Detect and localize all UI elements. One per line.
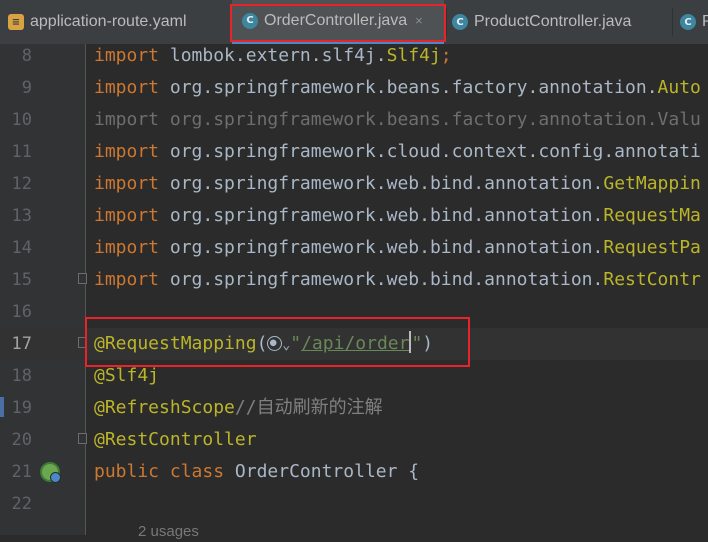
tab-label: application-route.yaml: [30, 13, 187, 30]
tab-product-controller[interactable]: C ProductController.java: [452, 0, 674, 44]
line-number: 14: [11, 238, 32, 258]
line-number: 17: [11, 334, 32, 354]
yaml-file-icon: ≡: [8, 14, 24, 30]
tab-separator: [672, 8, 673, 36]
code-line: 9 import org.springframework.beans.facto…: [0, 72, 708, 104]
tab-overflow[interactable]: C P: [680, 0, 708, 44]
line-number: 18: [11, 366, 32, 386]
code-text[interactable]: public class OrderController {: [94, 456, 419, 488]
tab-separator: [446, 8, 447, 36]
code-text[interactable]: @RestController: [94, 424, 257, 456]
code-text[interactable]: import org.springframework.web.bind.anno…: [94, 168, 701, 200]
code-line: 11 import org.springframework.cloud.cont…: [0, 136, 708, 168]
line-number: 13: [11, 206, 32, 226]
code-text[interactable]: import org.springframework.beans.factory…: [94, 104, 701, 136]
tab-order-controller[interactable]: C OrderController.java ×: [232, 0, 444, 44]
line-number: 16: [11, 302, 32, 322]
code-line: 14 import org.springframework.web.bind.a…: [0, 232, 708, 264]
code-line: 15 import org.springframework.web.bind.a…: [0, 264, 708, 296]
code-line: 20 @RestController: [0, 424, 708, 456]
code-text[interactable]: import org.springframework.beans.factory…: [94, 72, 701, 104]
line-number: 19: [11, 398, 32, 418]
spring-bean-icon[interactable]: [40, 462, 61, 483]
line-number: 12: [11, 174, 32, 194]
code-text[interactable]: import org.springframework.web.bind.anno…: [94, 232, 701, 264]
code-line: 18 @Slf4j: [0, 360, 708, 392]
java-class-icon: C: [452, 14, 468, 30]
code-line: 16: [0, 296, 708, 328]
line-number: 8: [21, 46, 32, 66]
java-class-icon: C: [242, 12, 258, 29]
editor-tab-bar: ≡ application-route.yaml C OrderControll…: [0, 0, 708, 45]
tab-label: OrderController.java: [264, 11, 408, 29]
code-line: 21 public class OrderController {: [0, 456, 708, 488]
code-text[interactable]: @RefreshScope//自动刷新的注解: [94, 392, 383, 424]
line-number: 15: [11, 270, 32, 290]
usages-hint[interactable]: 2 usages: [138, 522, 199, 542]
line-number: 20: [11, 430, 32, 450]
code-line: 19 @RefreshScope//自动刷新的注解: [0, 392, 708, 424]
line-number: 9: [21, 78, 32, 98]
fold-marker-icon[interactable]: [78, 337, 87, 348]
code-line: 17 @RequestMapping(⌄"/api/order "): [0, 328, 708, 360]
line-number: 22: [11, 494, 32, 514]
tab-label: P: [702, 13, 708, 31]
fold-marker-icon[interactable]: [78, 433, 87, 444]
code-line: 12 import org.springframework.web.bind.a…: [0, 168, 708, 200]
web-endpoint-icon[interactable]: [267, 336, 283, 351]
code-line: 22: [0, 488, 708, 520]
tab-separator: [230, 8, 231, 36]
line-number: 21: [11, 462, 32, 482]
close-tab-icon[interactable]: ×: [415, 13, 423, 28]
code-text[interactable]: @RequestMapping(⌄"/api/order "): [94, 328, 433, 360]
code-line: 8 import lombok.extern.slf4j.Slf4j;: [0, 40, 708, 72]
code-text[interactable]: @Slf4j: [94, 360, 159, 392]
line-number: 10: [11, 110, 32, 130]
code-text[interactable]: import org.springframework.cloud.context…: [94, 136, 701, 168]
fold-marker-icon[interactable]: [78, 273, 87, 284]
tab-application-route-yaml[interactable]: ≡ application-route.yaml: [8, 0, 228, 44]
code-text[interactable]: import org.springframework.web.bind.anno…: [94, 264, 701, 296]
code-line: 10 import org.springframework.beans.fact…: [0, 104, 708, 136]
tab-label: ProductController.java: [474, 13, 632, 30]
code-text[interactable]: import org.springframework.web.bind.anno…: [94, 200, 701, 232]
code-text[interactable]: import lombok.extern.slf4j.Slf4j;: [94, 40, 452, 72]
code-line: 13 import org.springframework.web.bind.a…: [0, 200, 708, 232]
line-number: 11: [11, 142, 32, 162]
java-class-icon: C: [680, 14, 696, 30]
